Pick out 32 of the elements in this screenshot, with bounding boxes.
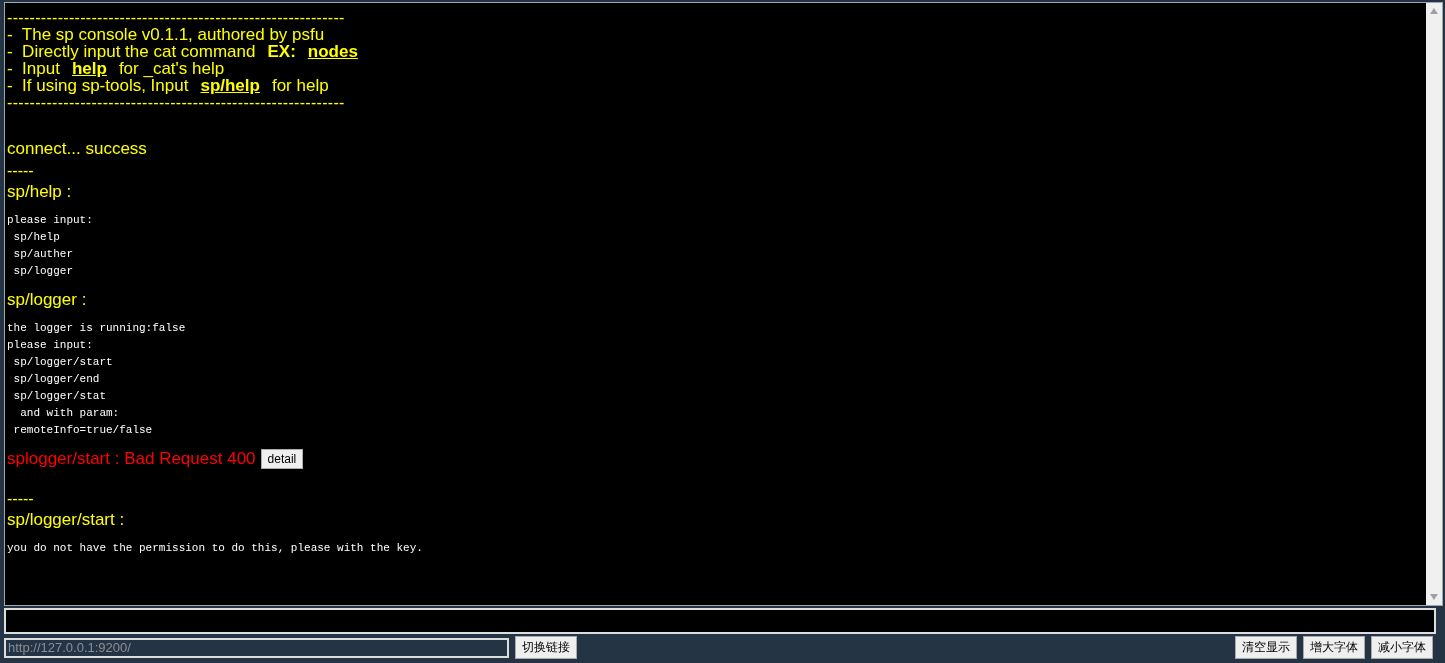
command-link[interactable]: sp/help xyxy=(200,77,260,94)
command-heading: sp/logger : xyxy=(7,290,88,310)
scroll-up-icon[interactable] xyxy=(1430,8,1438,14)
switch-link-button[interactable]: 切换链接 xyxy=(515,636,577,659)
status-message: connect... success xyxy=(7,139,148,159)
toolbar-button[interactable]: 清空显示 xyxy=(1235,636,1297,659)
url-field[interactable]: http://127.0.0.1:9200/ xyxy=(4,637,509,658)
command-heading: sp/logger/start : xyxy=(7,510,126,530)
command-heading: sp/help : xyxy=(7,182,73,202)
command-input[interactable] xyxy=(4,608,1436,634)
command-output: please input: sp/help sp/auther sp/logger xyxy=(7,213,94,279)
separator-text: ----- xyxy=(7,489,35,509)
example-label: EX: xyxy=(267,43,296,60)
banner-text: for _cat's help xyxy=(118,60,225,77)
divider-line: ------------------------------------------------------------ xyxy=(7,94,346,111)
scrollbar[interactable] xyxy=(1426,3,1442,605)
banner-text: - If using sp-tools, Input xyxy=(7,77,189,94)
command-link[interactable]: nodes xyxy=(307,43,358,60)
toolbar-button[interactable]: 增大字体 xyxy=(1303,636,1365,659)
toolbar-button[interactable]: 减小字体 xyxy=(1371,636,1433,659)
command-output: you do not have the permission to do this, please with the key. xyxy=(7,541,424,556)
command-output: the logger is running:false please input: sp/logger/start sp/logger/end sp/logger/stat and with param: remoteInfo=true/false xyxy=(7,321,187,438)
error-message: splogger/start : Bad Request 400 xyxy=(7,449,256,469)
separator-text: ----- xyxy=(7,161,35,181)
detail-button[interactable]: detail xyxy=(260,449,304,469)
scroll-down-icon[interactable] xyxy=(1430,594,1438,600)
banner-text: - Input xyxy=(7,60,60,77)
banner-text: - The sp console v0.1.1, authored by psfu xyxy=(7,26,325,43)
banner-text: for help xyxy=(271,77,329,94)
banner-text: - Directly input the cat command xyxy=(7,43,256,60)
divider-line: ------------------------------------------------------------ xyxy=(7,9,346,26)
command-link[interactable]: help xyxy=(71,60,107,77)
